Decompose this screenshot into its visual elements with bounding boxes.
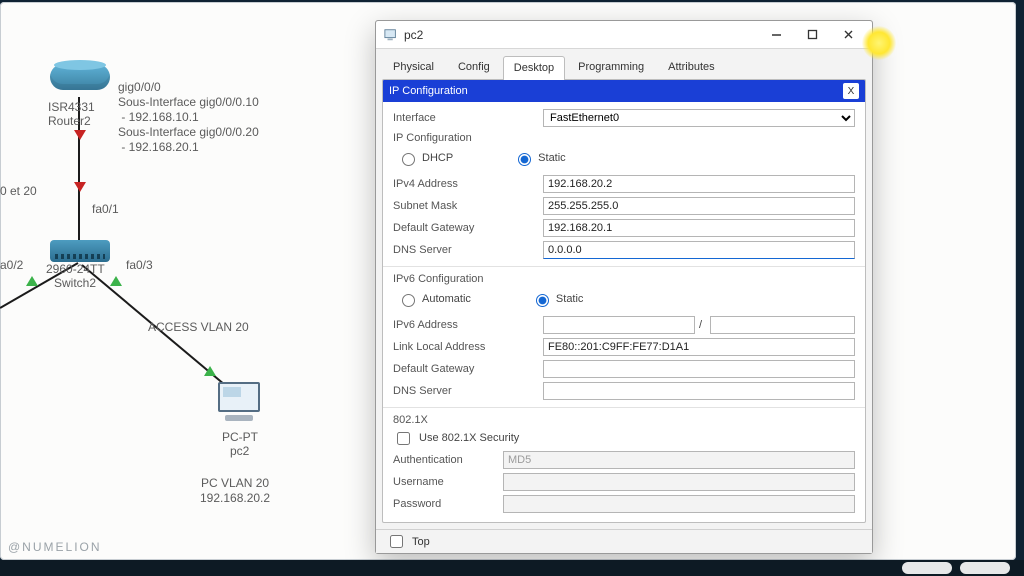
switch-name2: Switch2 xyxy=(54,276,96,291)
label-gateway: Default Gateway xyxy=(393,222,543,234)
desktop-panel: IP Configuration X Interface FastEtherne… xyxy=(382,79,866,523)
port-label-a02: a0/2 xyxy=(0,258,23,273)
radio-static[interactable]: Static xyxy=(513,150,566,166)
section-ipv4: IP Configuration xyxy=(393,132,855,144)
pc-ip-note: PC VLAN 20 192.168.20.2 xyxy=(200,476,270,506)
pc-name2: pc2 xyxy=(230,444,249,459)
app-icon xyxy=(384,28,398,42)
access-vlan-label: ACCESS VLAN 20 xyxy=(148,320,249,335)
window-footer: Top xyxy=(376,529,872,553)
label-ipv4: IPv4 Address xyxy=(393,178,543,190)
port-status-icon xyxy=(26,276,38,286)
username-input xyxy=(503,473,855,491)
default-gateway6-input[interactable] xyxy=(543,360,855,378)
maximize-button[interactable] xyxy=(794,24,830,46)
radio-static6[interactable]: Static xyxy=(531,291,584,307)
watermark: @NUMELION xyxy=(8,540,102,554)
window-title: pc2 xyxy=(404,28,758,42)
password-input xyxy=(503,495,855,513)
device-pc[interactable] xyxy=(216,382,262,426)
panel-header[interactable]: IP Configuration X xyxy=(383,80,865,102)
titlebar[interactable]: pc2 xyxy=(376,21,872,49)
label-username: Username xyxy=(393,476,503,488)
tab-programming[interactable]: Programming xyxy=(567,55,655,79)
section-ipv6: IPv6 Configuration xyxy=(393,273,855,285)
label-password: Password xyxy=(393,498,503,510)
subnet-mask-input[interactable] xyxy=(543,197,855,215)
label-link-local: Link Local Address xyxy=(393,341,543,353)
tab-attributes[interactable]: Attributes xyxy=(657,55,725,79)
port-label-fa03: fa0/3 xyxy=(126,258,153,273)
section-8021x: 802.1X xyxy=(393,414,855,426)
label-mask: Subnet Mask xyxy=(393,200,543,212)
use-8021x-checkbox[interactable]: Use 802.1X Security xyxy=(393,429,519,448)
tab-physical[interactable]: Physical xyxy=(382,55,445,79)
tab-desktop[interactable]: Desktop xyxy=(503,56,565,80)
dns-server6-input[interactable] xyxy=(543,382,855,400)
interface-select[interactable]: FastEthernet0 xyxy=(543,109,855,127)
pc-name1: PC-PT xyxy=(222,430,258,445)
taskbar-pill[interactable] xyxy=(902,562,952,574)
port-status-icon xyxy=(204,366,216,376)
tab-config[interactable]: Config xyxy=(447,55,501,79)
label-gateway6: Default Gateway xyxy=(393,363,543,375)
port-label-fa01: fa0/1 xyxy=(92,202,119,217)
panel-close-button[interactable]: X xyxy=(843,83,859,99)
label-authn: Authentication xyxy=(393,454,503,466)
authentication-select xyxy=(503,451,855,469)
ipv6-address-input[interactable] xyxy=(543,316,695,334)
port-status-icon xyxy=(110,276,122,286)
router-name2: Router2 xyxy=(48,114,91,129)
label-interface: Interface xyxy=(393,112,543,124)
window-tabs: Physical Config Desktop Programming Attr… xyxy=(376,49,872,79)
port-status-icon xyxy=(74,182,86,192)
top-checkbox[interactable] xyxy=(390,535,403,548)
close-button[interactable] xyxy=(830,24,866,46)
label-ipv6: IPv6 Address xyxy=(393,319,543,331)
radio-dhcp[interactable]: DHCP xyxy=(397,150,453,166)
default-gateway-input[interactable] xyxy=(543,219,855,237)
label-dns6: DNS Server xyxy=(393,385,543,397)
label-dns: DNS Server xyxy=(393,244,543,256)
link-local-input[interactable] xyxy=(543,338,855,356)
os-taskbar[interactable] xyxy=(0,560,1024,576)
switch-name1: 2960-24TT xyxy=(46,262,105,277)
ipv4-address-input[interactable] xyxy=(543,175,855,193)
port-status-icon xyxy=(74,130,86,140)
slash-separator: / xyxy=(695,319,706,331)
radio-automatic[interactable]: Automatic xyxy=(397,291,471,307)
router-config-note: gig0/0/0 Sous-Interface gig0/0/0.10 - 19… xyxy=(118,80,259,155)
label-top: Top xyxy=(412,536,430,548)
panel-title: IP Configuration xyxy=(389,85,468,97)
packet-tracer-canvas: ISR4331 Router2 gig0/0/0 Sous-Interface … xyxy=(0,2,1016,560)
router-name1: ISR4331 xyxy=(48,100,95,115)
device-router[interactable] xyxy=(50,64,110,98)
taskbar-pill[interactable] xyxy=(960,562,1010,574)
dns-server-input[interactable] xyxy=(543,241,855,259)
minimize-button[interactable] xyxy=(758,24,794,46)
device-window: pc2 Physical Config Desktop Programming … xyxy=(375,20,873,554)
ipv6-prefix-input[interactable] xyxy=(710,316,855,334)
left-truncated-note: 0 et 20 xyxy=(0,184,37,199)
